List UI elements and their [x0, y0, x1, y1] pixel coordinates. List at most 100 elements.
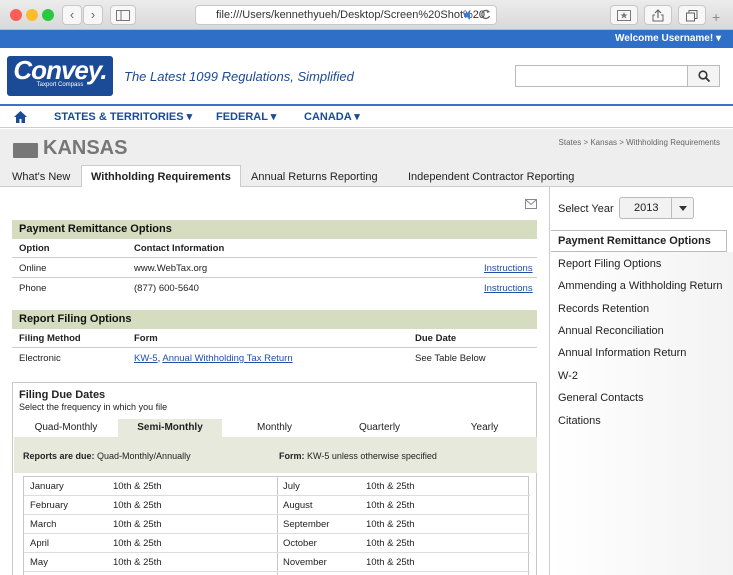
share-icon	[652, 9, 664, 22]
col-form: Form	[134, 333, 158, 344]
page-title: KANSAS	[43, 137, 128, 159]
home-icon[interactable]	[14, 111, 27, 123]
due-days: 10th & 25th	[366, 481, 415, 492]
reload-icon[interactable]	[480, 9, 491, 20]
due-days: 10th & 25th	[366, 500, 415, 511]
month-label: September	[283, 519, 330, 530]
sidebar-toggle-button[interactable]	[110, 5, 136, 25]
due-date-value: See Table Below	[415, 353, 486, 364]
close-window-icon[interactable]	[10, 9, 22, 21]
sidebar-item-payment-remittance[interactable]: Payment Remittance Options	[551, 230, 727, 252]
year-select[interactable]: 2013	[619, 197, 694, 219]
browser-toolbar: ‹ › file:///Users/kennethyueh/Desktop/Sc…	[0, 0, 733, 30]
address-bar[interactable]: file:///Users/kennethyueh/Desktop/Screen…	[195, 5, 497, 25]
month-label: August	[283, 500, 313, 511]
state-title-bar: KANSAS States > Kansas > Withholding Req…	[0, 129, 733, 165]
tab-independent-contractor[interactable]: Independent Contractor Reporting	[408, 168, 574, 187]
tab-quarterly[interactable]: Quarterly	[327, 419, 432, 437]
search-button[interactable]	[687, 66, 719, 86]
new-tab-icon[interactable]: +	[712, 10, 720, 24]
table-row: March 10th & 25th September 10th & 25th	[24, 515, 530, 534]
reports-due-label: Reports are due:	[23, 451, 95, 461]
audio-icon[interactable]	[463, 10, 475, 20]
due-days: 10th & 25th	[366, 557, 415, 568]
contact-web: www.WebTax.org	[134, 263, 208, 274]
tab-semi-monthly[interactable]: Semi-Monthly	[118, 419, 222, 437]
instructions-link[interactable]: Instructions	[484, 283, 533, 294]
search-box	[515, 65, 720, 87]
chevron-down-icon	[679, 206, 687, 211]
breadcrumb-states[interactable]: States	[559, 138, 582, 147]
tab-whats-new[interactable]: What's New	[12, 168, 70, 187]
sidebar-item-citations[interactable]: Citations	[558, 415, 601, 427]
reports-info-bar: Reports are due: Quad-Monthly/Annually F…	[14, 437, 537, 473]
due-days: 10th & 25th	[366, 519, 415, 530]
form-code-link[interactable]: KW-5	[134, 353, 158, 364]
folder-icon	[13, 143, 38, 158]
month-label: February	[30, 500, 69, 511]
welcome-bar: Welcome Username! ▾	[0, 30, 733, 48]
due-days: 10th & 25th	[366, 538, 415, 549]
due-days: 10th & 25th	[113, 557, 162, 568]
tabs-overview-button[interactable]	[678, 5, 706, 25]
zoom-window-icon[interactable]	[42, 9, 54, 21]
reports-due-text: Reports are due: Quad-Monthly/Annually	[23, 451, 191, 461]
nav-states-territories[interactable]: STATES & TERRITORIES ▾	[54, 110, 192, 123]
due-dates-table: January 10th & 25th July 10th & 25th Feb…	[23, 476, 530, 575]
sidebar-item-records-retention[interactable]: Records Retention	[558, 303, 649, 315]
sidebar-item-report-filing[interactable]: Report Filing Options	[558, 258, 661, 270]
sidebar-item-annual-information-return[interactable]: Annual Information Return	[558, 347, 686, 359]
sidebar-item-general-contacts[interactable]: General Contacts	[558, 392, 644, 404]
divider	[12, 347, 537, 348]
divider	[12, 277, 537, 278]
share-button[interactable]	[644, 5, 672, 25]
welcome-user-menu[interactable]: Welcome Username! ▾	[615, 33, 721, 44]
back-button[interactable]: ‹	[62, 5, 82, 25]
reports-due-value: Quad-Monthly/Annually	[94, 451, 191, 461]
minimize-window-icon[interactable]	[26, 9, 38, 21]
tab-withholding-requirements[interactable]: Withholding Requirements	[81, 165, 241, 188]
payment-remittance-heading: Payment Remittance Options	[12, 220, 537, 239]
option-online: Online	[19, 263, 47, 274]
table-row: May 10th & 25th November 10th & 25th	[24, 553, 530, 572]
bookmark-button[interactable]	[610, 5, 638, 25]
contact-phone: (877) 600-5640	[134, 283, 199, 294]
col-contact: Contact Information	[134, 243, 225, 254]
month-label: January	[30, 481, 64, 492]
star-icon	[617, 10, 631, 21]
divider	[12, 257, 537, 258]
nav-canada[interactable]: CANADA ▾	[304, 110, 360, 123]
month-label: March	[30, 519, 57, 530]
month-label: November	[283, 557, 327, 568]
breadcrumb: States > Kansas > Withholding Requiremen…	[558, 138, 720, 147]
sidebar-item-ammending-return[interactable]: Ammending a Withholding Return	[558, 280, 722, 292]
form-name-link[interactable]: Annual Withholding Tax Return	[162, 353, 292, 364]
sidebar-item-annual-reconciliation[interactable]: Annual Reconciliation	[558, 325, 664, 337]
breadcrumb-kansas[interactable]: Kansas	[590, 138, 617, 147]
sidebar-item-w2[interactable]: W-2	[558, 370, 578, 382]
due-dates-subheading: Select the frequency in which you file	[19, 402, 168, 412]
tab-quad-monthly[interactable]: Quad-Monthly	[14, 419, 118, 437]
tab-monthly[interactable]: Monthly	[222, 419, 327, 437]
convey-logo[interactable]: Convey. Taxport Compass	[7, 56, 113, 96]
forward-button[interactable]: ›	[83, 5, 103, 25]
page-tabs: What's New Withholding Requirements Annu…	[0, 165, 733, 188]
col-filing-method: Filing Method	[19, 333, 81, 344]
tab-yearly[interactable]: Yearly	[432, 419, 537, 437]
nav-federal[interactable]: FEDERAL ▾	[216, 110, 276, 123]
col-option: Option	[19, 243, 50, 254]
tab-annual-returns[interactable]: Annual Returns Reporting	[251, 168, 378, 187]
due-days: 10th & 25th	[113, 481, 162, 492]
form-info-text: Form: KW-5 unless otherwise specified	[279, 451, 437, 461]
logo-text: Convey.	[13, 55, 107, 85]
instructions-link[interactable]: Instructions	[484, 263, 533, 274]
report-filing-heading: Report Filing Options	[12, 310, 537, 329]
email-icon[interactable]	[525, 199, 537, 209]
search-input[interactable]	[518, 68, 684, 84]
due-days: 10th & 25th	[113, 519, 162, 530]
month-label: October	[283, 538, 317, 549]
sidebar-list-bg	[550, 252, 733, 575]
year-value: 2013	[634, 202, 659, 214]
search-icon	[698, 70, 711, 83]
site-header: Convey. Taxport Compass The Latest 1099 …	[0, 48, 733, 104]
